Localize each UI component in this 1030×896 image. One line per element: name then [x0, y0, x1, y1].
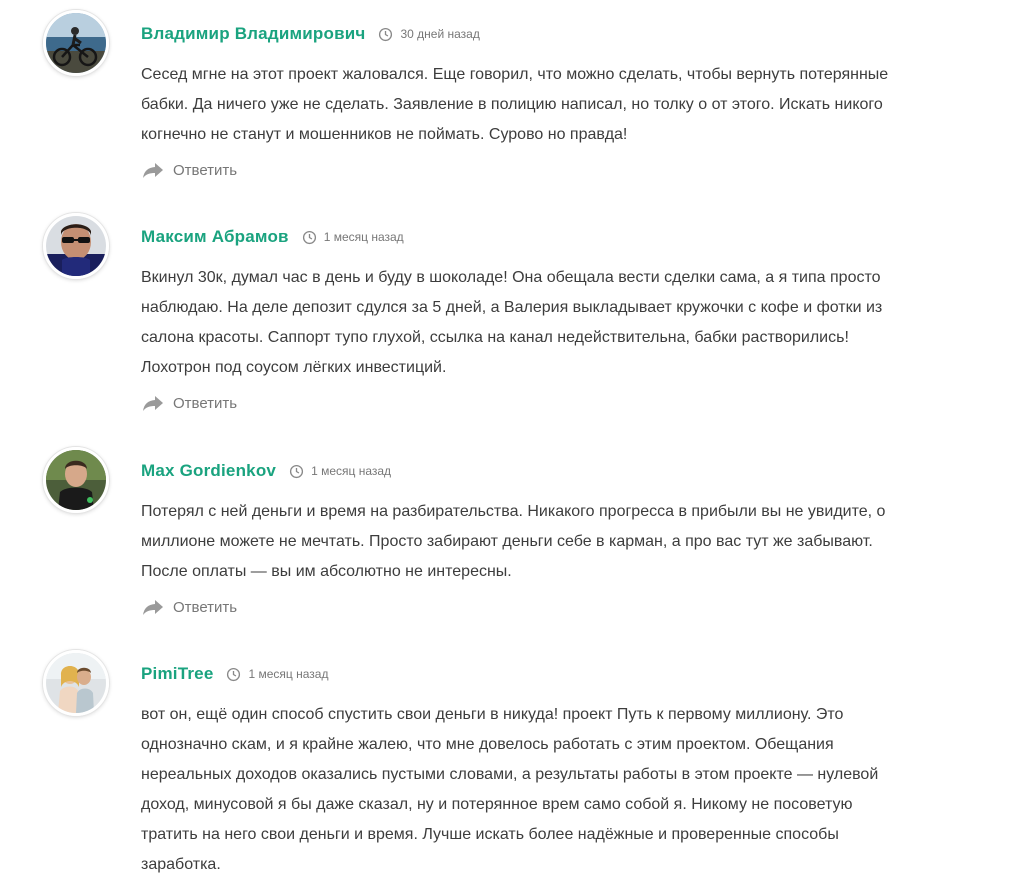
comment-time: 30 дней назад	[378, 27, 480, 42]
comment-text-line: Потерял с ней деньги и время на разбират…	[141, 503, 886, 520]
reply-label: Ответить	[173, 162, 238, 179]
comment-text-line: бабки. Да ничего уже не сделать. Заявлен…	[141, 96, 883, 113]
comment-author[interactable]: Max Gordienkov	[141, 461, 276, 481]
comment-meta: Максим Абрамов 1 месяц назад	[141, 227, 404, 247]
comment-time: 1 месяц назад	[302, 230, 404, 245]
comment-text: Потерял с ней деньги и время на разбират…	[141, 497, 971, 587]
clock-icon	[379, 27, 393, 41]
avatar[interactable]	[43, 650, 109, 716]
reply-arrow-icon	[143, 600, 163, 615]
comment-time-label: 1 месяц назад	[323, 230, 404, 244]
reply-button[interactable]: Ответить	[142, 395, 237, 412]
comment: Максим Абрамов 1 месяц назад Вкинул 30к,…	[0, 213, 1030, 433]
comment-time: 1 месяц назад	[226, 667, 328, 682]
comment-text-line: После оплаты — вы им абсолютно не интере…	[141, 563, 512, 580]
comment-text-line: нереальных доходов оказались пустыми сло…	[141, 766, 879, 783]
reply-label: Ответить	[173, 599, 238, 616]
avatar-photo-young-man	[46, 450, 106, 510]
comment-text: Вкинул 30к, думал час в день и буду в шо…	[141, 263, 971, 383]
avatar[interactable]	[43, 10, 109, 76]
comment-time-label: 1 месяц назад	[311, 464, 392, 478]
comment-time-label: 30 дней назад	[400, 27, 480, 41]
clock-icon	[302, 230, 316, 244]
comment-text-line: Вкинул 30к, думал час в день и буду в шо…	[141, 269, 881, 286]
avatar-photo-cyclist	[46, 13, 106, 73]
reply-arrow-icon	[143, 163, 163, 178]
comment-time-label: 1 месяц назад	[248, 667, 329, 681]
comment-text-line: доход, минусовой я бы даже сказал, ну и …	[141, 796, 853, 813]
comment-text-line: однозначно скам, и я крайне жалею, что м…	[141, 736, 834, 753]
avatar-photo-man-sunglasses	[46, 216, 106, 276]
avatar[interactable]	[43, 213, 109, 279]
comment-text-line: когнечно не станут и мошенников не пойма…	[141, 126, 628, 143]
reply-button[interactable]: Ответить	[142, 162, 237, 179]
reply-button[interactable]: Ответить	[142, 599, 237, 616]
comment-author[interactable]: Владимир Владимирович	[141, 24, 365, 44]
clock-icon	[227, 667, 241, 681]
comment-text-line: тратить на него свои деньги и время. Луч…	[141, 826, 839, 843]
comment-text: вот он, ещё один способ спустить свои де…	[141, 700, 971, 880]
comment-text-line: миллионе можете не мечтать. Просто забир…	[141, 533, 873, 550]
comment-text-line: салона красоты. Саппорт тупо глухой, ссы…	[141, 329, 849, 346]
comment-meta: Владимир Владимирович 30 дней назад	[141, 24, 480, 44]
comment-text-line: наблюдаю. На деле депозит сдулся за 5 дн…	[141, 299, 883, 316]
comment: PimiTree 1 месяц назад вот он, ещё один …	[0, 650, 1030, 896]
comments-list: Владимир Владимирович 30 дней назад Сесе…	[0, 0, 1030, 896]
comment-author[interactable]: Максим Абрамов	[141, 227, 289, 247]
reply-arrow-icon	[143, 396, 163, 411]
comment-text: Сесед мгне на этот проект жаловался. Еще…	[141, 60, 971, 150]
comment-text-line: Лохотрон под соусом лёгких инвестиций.	[141, 359, 447, 376]
clock-icon	[289, 464, 304, 478]
reply-label: Ответить	[173, 395, 238, 412]
comment-time: 1 месяц назад	[289, 464, 391, 479]
comment-text-line: Сесед мгне на этот проект жаловался. Еще…	[141, 66, 889, 83]
comment-text-line: заработка.	[141, 856, 221, 873]
comment: Владимир Владимирович 30 дней назад Сесе…	[0, 10, 1030, 200]
avatar[interactable]	[43, 447, 109, 513]
comment-text-line: вот он, ещё один способ спустить свои де…	[141, 706, 844, 723]
comment-meta: Max Gordienkov 1 месяц назад	[141, 461, 391, 481]
comment-author[interactable]: PimiTree	[141, 664, 213, 684]
comment: Max Gordienkov 1 месяц назад Потерял с н…	[0, 447, 1030, 637]
avatar-photo-couple	[46, 653, 106, 713]
comment-meta: PimiTree 1 месяц назад	[141, 664, 328, 684]
